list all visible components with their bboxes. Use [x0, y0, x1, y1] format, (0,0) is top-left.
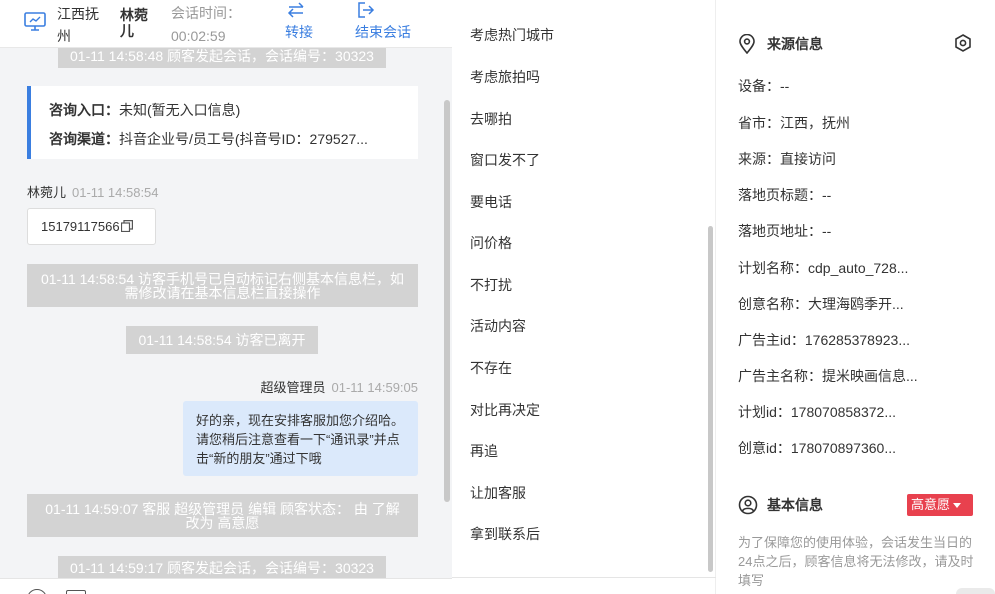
visitor-name: 林菀儿 — [27, 185, 67, 200]
emoji-icon[interactable] — [27, 589, 47, 594]
session-time-label: 会话时间： — [171, 5, 241, 21]
quick-reply-item[interactable]: 不存在 — [470, 359, 512, 377]
visitor-message-time: 01-11 14:58:54 — [72, 185, 159, 200]
visitor-phone-bubble[interactable]: 15179117566 — [27, 208, 156, 245]
consult-entry-label: 咨询入口： — [49, 102, 119, 118]
visitor-name-header: 林菀儿 — [120, 7, 148, 39]
info-plan-id: 计划id：178070858372... — [738, 404, 896, 420]
consult-channel-label: 咨询渠道： — [49, 131, 119, 147]
info-source: 来源：直接访问 — [738, 151, 836, 167]
visitor-message-meta: 林菀儿 01-11 14:58:54 — [27, 182, 159, 201]
quick-reply-item[interactable]: 考虑热门城市 — [470, 26, 554, 44]
consult-channel-value: 抖音企业号/员工号(抖音号ID：279527... — [119, 131, 368, 147]
agent-name: 超级管理员 — [260, 380, 326, 395]
info-plan-name: 计划名称：cdp_auto_728... — [738, 260, 909, 276]
quick-reply-item[interactable]: 去哪拍 — [470, 110, 512, 128]
chat-panel: 01-11 14:58:48 顾客发起会话，会话编号：30323 咨询入口：未知… — [0, 0, 452, 594]
image-icon[interactable] — [66, 590, 86, 594]
system-message: 01-11 14:59:07 客服 超级管理员 编辑 顾客状态： 由 了解 改为… — [27, 494, 418, 537]
info-creative-id: 创意id：178070897360... — [738, 440, 896, 456]
info-advertiser-id: 广告主id：176285378923... — [738, 332, 910, 348]
info-creative-name: 创意名称：大理海鸥季开... — [738, 296, 904, 312]
quick-reply-item[interactable]: 拿到联系后 — [470, 525, 540, 543]
user-circle-icon — [738, 495, 758, 515]
end-session-button[interactable]: 结束会话 — [355, 2, 411, 42]
session-time: 00:02:59 — [171, 28, 226, 44]
agent-message-time: 01-11 14:59:05 — [331, 380, 419, 395]
agent-message-bubble: 好的亲，现在安排客服加您介绍哈。请您稍后注意查看一下“通讯录”并点击“新的朋友”… — [183, 401, 418, 476]
settings-icon[interactable] — [953, 33, 973, 56]
quick-reply-scrollbar[interactable] — [708, 226, 713, 572]
source-info-title: 来源信息 — [738, 34, 823, 54]
intent-status-dropdown[interactable]: 高意愿 — [907, 494, 973, 516]
end-session-label: 结束会话 — [355, 24, 411, 40]
info-advertiser-name: 广告主名称：提米映画信息... — [738, 368, 918, 384]
agent-message-meta: 超级管理员 01-11 14:59:05 — [260, 377, 418, 396]
consult-entry-value: 未知(暂无入口信息) — [119, 102, 241, 118]
transfer-icon — [285, 2, 313, 18]
visitor-city: 江西抚州 — [57, 6, 99, 44]
basic-info-note: 为了保障您的使用体验，会话发生当日的24点之后，顾客信息将无法修改，请及时填写 — [738, 535, 974, 588]
chat-toolbar — [0, 578, 452, 594]
system-message: 01-11 14:58:54 访客手机号已自动标记右侧基本信息栏，如需修改请在基… — [27, 264, 418, 307]
source-info-title-text: 来源信息 — [767, 36, 823, 52]
quick-reply-item[interactable]: 再追 — [470, 442, 498, 460]
logout-icon — [355, 2, 411, 18]
consult-entry-row: 咨询入口：未知(暂无入口信息) — [49, 96, 414, 125]
info-province-city: 省市：江西，抚州 — [738, 115, 850, 131]
quick-reply-item[interactable]: 问价格 — [470, 234, 512, 252]
monitor-icon — [24, 12, 46, 32]
quick-reply-item[interactable]: 对比再决定 — [470, 401, 540, 419]
basic-info-title-text: 基本信息 — [767, 497, 823, 513]
quick-reply-item[interactable]: 窗口发不了 — [470, 151, 540, 169]
quick-reply-item[interactable]: 不打扰 — [470, 276, 512, 294]
system-message: 01-11 14:59:17 顾客发起会话，会话编号：30323 — [58, 556, 386, 580]
transfer-label: 转接 — [285, 24, 313, 40]
chat-header: 江西抚州 林菀儿 会话时间： 00:02:59 转接 结束会话 — [0, 0, 452, 48]
panel-edge — [956, 588, 995, 594]
info-landing-url: 落地页地址：-- — [738, 223, 832, 239]
quick-reply-panel: 考虑热门城市 考虑旅拍吗 去哪拍 窗口发不了 要电话 问价格 不打扰 活动内容 … — [452, 0, 716, 594]
basic-info-title: 基本信息 — [738, 495, 823, 515]
consult-entry-card: 咨询入口：未知(暂无入口信息) 咨询渠道：抖音企业号/员工号(抖音号ID：279… — [27, 86, 418, 159]
consult-channel-row: 咨询渠道：抖音企业号/员工号(抖音号ID：279527... — [49, 125, 414, 154]
quick-reply-item[interactable]: 考虑旅拍吗 — [470, 68, 540, 86]
visitor-phone: 15179117566 — [41, 219, 120, 234]
caret-down-icon — [953, 503, 962, 509]
visitor-info-panel: 来源信息 设备：-- 省市：江西，抚州 来源：直接访问 落地页标题：-- 落地页… — [716, 0, 995, 594]
divider — [452, 577, 716, 578]
quick-reply-item[interactable]: 让加客服 — [470, 484, 526, 502]
copy-icon[interactable] — [120, 210, 133, 246]
transfer-button[interactable]: 转接 — [285, 2, 313, 42]
info-device: 设备：-- — [738, 78, 790, 94]
intent-status-value: 高意愿 — [911, 497, 951, 512]
quick-reply-item[interactable]: 要电话 — [470, 193, 512, 211]
chat-scrollbar[interactable] — [444, 100, 450, 502]
quick-reply-item[interactable]: 活动内容 — [470, 317, 526, 335]
location-pin-icon — [739, 34, 755, 54]
system-message: 01-11 14:58:54 访客已离开 — [126, 326, 318, 354]
info-landing-title: 落地页标题：-- — [738, 187, 832, 203]
